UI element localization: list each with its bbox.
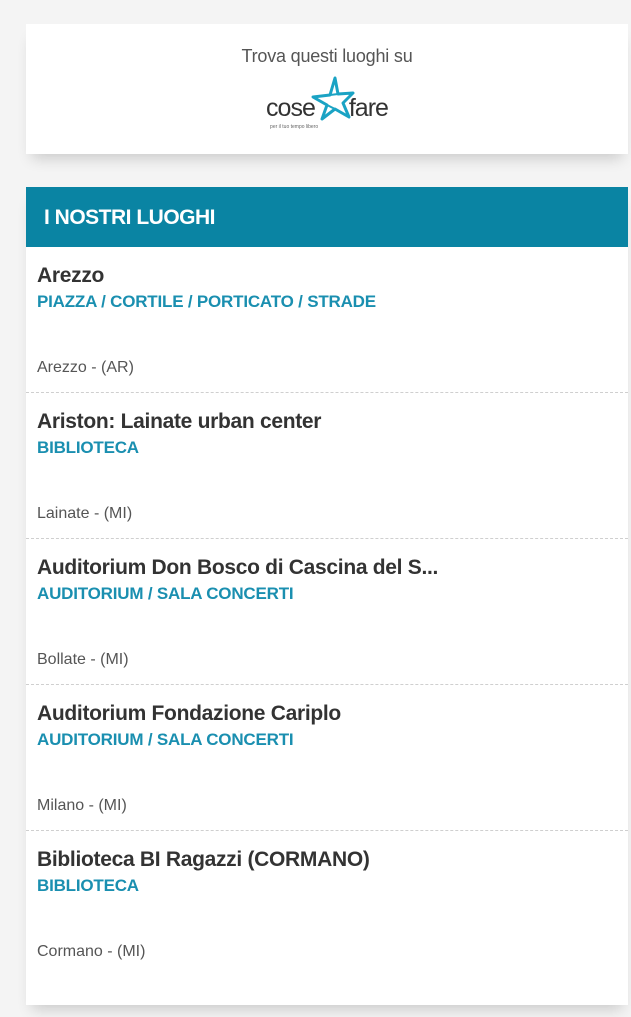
list-item[interactable]: Biblioteca BI Ragazzi (CORMANO) BIBLIOTE… (26, 831, 628, 977)
panel-header: I NOSTRI LUOGHI (26, 187, 628, 247)
list-item[interactable]: Auditorium Fondazione Cariplo AUDITORIUM… (26, 685, 628, 831)
logo-tagline: per il tuo tempo libero (270, 124, 319, 130)
place-name[interactable]: Auditorium Fondazione Cariplo (37, 702, 628, 726)
place-city: Cormano - (MI) (37, 943, 146, 960)
place-city: Arezzo - (AR) (37, 359, 134, 376)
place-category[interactable]: AUDITORIUM / SALA CONCERTI (37, 730, 628, 750)
list-item[interactable]: Auditorium Don Bosco di Cascina del S...… (26, 539, 628, 685)
place-category[interactable]: BIBLIOTECA (37, 438, 628, 458)
logo-word-left: cose (266, 94, 316, 122)
list-item[interactable]: Arezzo PIAZZA / CORTILE / PORTICATO / ST… (26, 247, 628, 393)
place-city: Milano - (MI) (37, 797, 127, 814)
place-name[interactable]: Biblioteca BI Ragazzi (CORMANO) (37, 848, 628, 872)
promo-text: Trova questi luoghi su (241, 46, 413, 66)
list-item[interactable]: Ariston: Lainate urban center BIBLIOTECA… (26, 393, 628, 539)
place-category[interactable]: PIAZZA / CORTILE / PORTICATO / STRADE (37, 292, 628, 312)
places-panel: I NOSTRI LUOGHI Arezzo PIAZZA / CORTILE … (26, 187, 628, 1005)
place-name[interactable]: Auditorium Don Bosco di Cascina del S... (37, 556, 628, 580)
place-category[interactable]: BIBLIOTECA (37, 876, 628, 896)
place-category[interactable]: AUDITORIUM / SALA CONCERTI (37, 584, 628, 604)
place-name[interactable]: Arezzo (37, 264, 628, 288)
place-name[interactable]: Ariston: Lainate urban center (37, 410, 628, 434)
logo-word-right: fare (348, 94, 389, 122)
place-city: Bollate - (MI) (37, 651, 129, 668)
promo-card: Trova questi luoghi su cose fare per il … (26, 24, 628, 154)
place-city: Lainate - (MI) (37, 505, 133, 522)
cosedafare-logo[interactable]: cose fare per il tuo tempo libero (266, 75, 389, 130)
